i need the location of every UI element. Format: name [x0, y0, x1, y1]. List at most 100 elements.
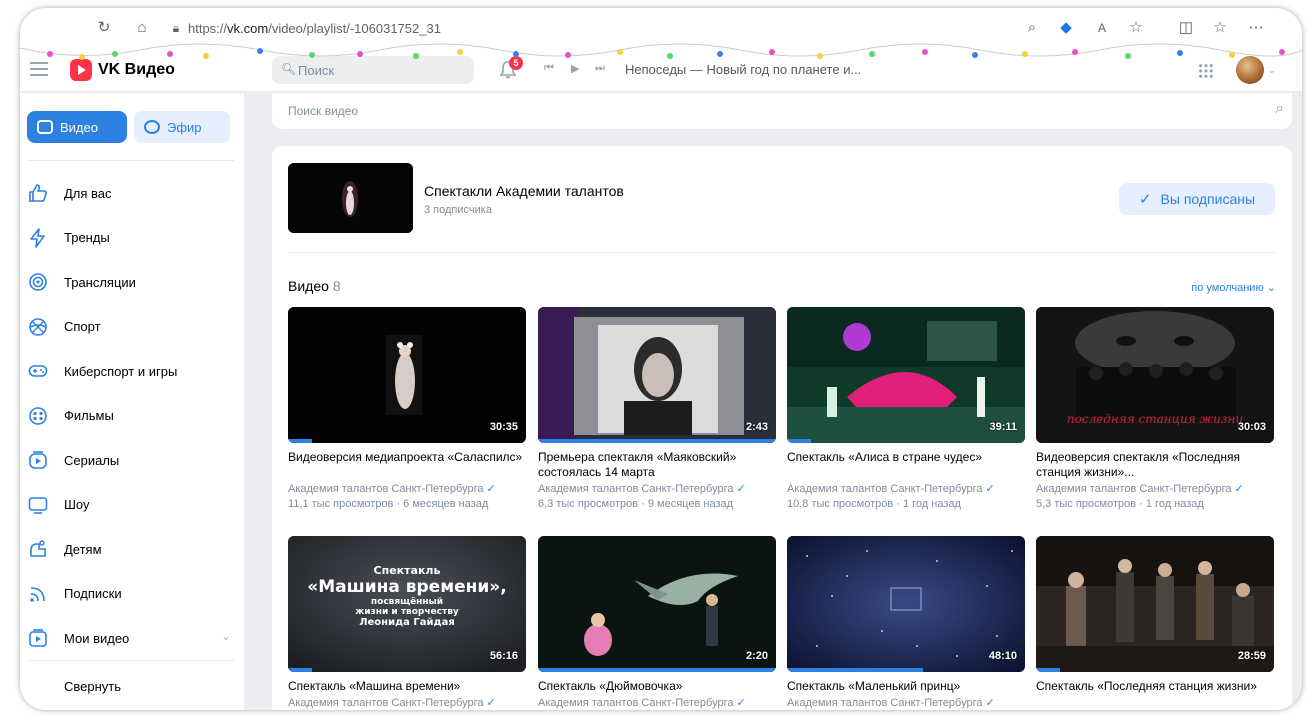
video-author[interactable]: Академия талантов Санкт-Петербурга ✓: [288, 696, 526, 709]
video-author[interactable]: Академия талантов Санкт-Петербурга ✓: [538, 696, 776, 709]
video-thumbnail[interactable]: 2:20: [538, 536, 776, 672]
playlist-thumbnail[interactable]: [288, 163, 413, 233]
sidebar-item-my-video[interactable]: Мои видео ⌄: [20, 616, 244, 661]
video-title[interactable]: Спектакль «Маленький принц»: [787, 679, 1025, 694]
now-playing-title[interactable]: Непоседы — Новый год по планете и...: [625, 62, 861, 77]
ball-icon: [29, 317, 47, 336]
menu-icon[interactable]: [30, 62, 48, 76]
sidebar-item-broadcasts[interactable]: Трансляции: [20, 260, 244, 305]
search-icon[interactable]: ⌕: [1275, 100, 1284, 118]
play-icon[interactable]: ▶: [571, 62, 579, 75]
video-thumbnail[interactable]: 2:43: [538, 307, 776, 443]
more-icon[interactable]: ⋯: [1248, 20, 1264, 36]
apps-grid-icon[interactable]: [1198, 63, 1214, 79]
sidebar-item-kids[interactable]: Детям: [20, 527, 244, 572]
author-name: Академия талантов Санкт-Петербурга: [288, 697, 484, 709]
collapse-button[interactable]: Свернуть: [64, 679, 121, 694]
video-thumbnail[interactable]: 30:35: [288, 307, 526, 443]
notification-badge: 5: [509, 56, 523, 70]
video-author[interactable]: Академия талантов Санкт-Петербурга ✓: [538, 482, 776, 495]
video-title[interactable]: Премьера спектакля «Маяковский» состояла…: [538, 450, 776, 480]
lock-icon[interactable]: 🔒︎: [168, 20, 184, 36]
chevron-down-icon[interactable]: ⌄: [222, 632, 230, 643]
sidebar-item-trends[interactable]: Тренды: [20, 216, 244, 261]
sort-label: по умолчанию: [1191, 282, 1264, 294]
zoom-icon[interactable]: ⌕: [1024, 20, 1040, 36]
video-thumbnail[interactable]: 28:59: [1036, 536, 1274, 672]
video-card[interactable]: 30:35 Видеоверсия медиапроекта «Саласпил…: [288, 307, 526, 510]
thumbs-up-icon: [29, 184, 47, 202]
video-author[interactable]: Академия талантов Санкт-Петербурга ✓: [787, 482, 1025, 495]
video-card[interactable]: последняя станция жизни 30:03 Видеоверси…: [1036, 307, 1274, 510]
video-title[interactable]: Видеоверсия спектакля «Последняя станция…: [1036, 450, 1274, 480]
chevron-down-icon[interactable]: ⌄: [1268, 65, 1276, 76]
video-title[interactable]: Видеоверсия медиапроекта «Саласпилс»: [288, 450, 526, 480]
reload-icon[interactable]: ↻: [96, 20, 112, 36]
sidebar-item-films[interactable]: Фильмы: [20, 394, 244, 439]
tab-video[interactable]: Видео: [27, 111, 127, 143]
caption-line: посвящённый: [370, 597, 444, 607]
top-search-input[interactable]: 🔍︎ Поиск: [272, 56, 474, 84]
video-title[interactable]: Спектакль «Последняя станция жизни»: [1036, 679, 1274, 709]
kids-icon: [30, 540, 46, 557]
video-card[interactable]: 48:10 Спектакль «Маленький принц» Академ…: [787, 536, 1025, 709]
author-name: Академия талантов Санкт-Петербурга: [787, 483, 983, 495]
logo-text[interactable]: VK Видео: [98, 61, 175, 79]
vk-video-logo-icon[interactable]: [70, 59, 92, 81]
watch-progress-bar: [288, 439, 312, 443]
duration-badge: 2:20: [745, 650, 768, 662]
prev-track-icon[interactable]: ⏮: [544, 62, 554, 75]
sidebar-item-subscriptions[interactable]: Подписки: [20, 572, 244, 617]
video-search-placeholder: Поиск видео: [288, 104, 359, 118]
verified-icon: ✓: [486, 483, 496, 495]
video-thumbnail[interactable]: 48:10: [787, 536, 1025, 672]
sidebar-item-show[interactable]: Шоу: [20, 483, 244, 528]
sort-dropdown[interactable]: по умолчанию ⌄: [1191, 281, 1276, 294]
video-title[interactable]: Спектакль «Машина времени»: [288, 679, 526, 694]
split-screen-icon[interactable]: ◫: [1178, 20, 1194, 36]
browser-toolbar: ↻ ⌂ 🔒︎ https://vk.com/video/playlist/-10…: [20, 8, 1302, 48]
sidebar-item-label: Подписки: [64, 586, 122, 602]
tab-efir[interactable]: Эфир: [134, 111, 230, 143]
video-search-input[interactable]: Поиск видео ⌕: [272, 93, 1292, 129]
duration-badge: 2:43: [745, 421, 768, 433]
author-name: Академия талантов Санкт-Петербурга: [288, 483, 484, 495]
video-thumbnail[interactable]: последняя станция жизни 30:03: [1036, 307, 1274, 443]
subscribed-button[interactable]: ✓ Вы подписаны: [1119, 183, 1275, 215]
video-meta: 5,3 тыс просмотров · 1 год назад: [1036, 498, 1204, 510]
video-card[interactable]: 39:11 Спектакль «Алиса в стране чудес» А…: [787, 307, 1025, 510]
verified-icon: ✓: [985, 697, 995, 709]
video-author[interactable]: Академия талантов Санкт-Петербурга ✓: [1036, 482, 1274, 495]
video-card[interactable]: 2:20 Спектакль «Дюймовочка» Академия тал…: [538, 536, 776, 709]
avatar[interactable]: [1236, 56, 1264, 84]
watch-progress-bar: [787, 668, 923, 672]
home-icon[interactable]: ⌂: [134, 20, 150, 36]
video-card[interactable]: 28:59 Спектакль «Последняя станция жизни…: [1036, 536, 1274, 709]
video-author[interactable]: Академия талантов Санкт-Петербурга ✓: [787, 696, 1025, 709]
video-author[interactable]: Академия талантов Санкт-Петербурга ✓: [288, 482, 526, 495]
sidebar-item-sport[interactable]: Спорт: [20, 305, 244, 350]
video-card[interactable]: Спектакль «Машина времени», посвящённый …: [288, 536, 526, 709]
section-title: Видео 8: [288, 278, 341, 294]
divider: [27, 660, 234, 661]
lightning-icon: [30, 227, 45, 248]
video-thumbnail[interactable]: 39:11: [787, 307, 1025, 443]
read-aloud-icon[interactable]: A: [1094, 20, 1110, 36]
favorites-list-icon[interactable]: ☆: [1212, 20, 1228, 36]
sidebar-item-series[interactable]: Сериалы: [20, 438, 244, 483]
watch-progress-bar: [538, 439, 776, 443]
video-title[interactable]: Спектакль «Алиса в стране чудес»: [787, 450, 1025, 480]
sidebar-item-esports[interactable]: Киберспорт и игры: [20, 349, 244, 394]
favorite-star-icon[interactable]: ☆: [1128, 20, 1144, 36]
video-meta: 10,8 тыс просмотров · 1 год назад: [787, 498, 961, 510]
sidebar-item-for-you[interactable]: Для вас: [20, 171, 244, 216]
video-thumbnail[interactable]: Спектакль «Машина времени», посвящённый …: [288, 536, 526, 672]
watch-progress-bar: [288, 668, 312, 672]
video-card[interactable]: 2:43 Премьера спектакля «Маяковский» сос…: [538, 307, 776, 510]
video-title[interactable]: Спектакль «Дюймовочка»: [538, 679, 776, 694]
duration-badge: 56:16: [489, 650, 518, 662]
tag-icon[interactable]: ◆: [1058, 20, 1074, 36]
verified-icon: ✓: [486, 697, 496, 709]
next-track-icon[interactable]: ⏭: [595, 62, 605, 75]
address-bar[interactable]: https://vk.com/video/playlist/-106031752…: [188, 21, 441, 36]
